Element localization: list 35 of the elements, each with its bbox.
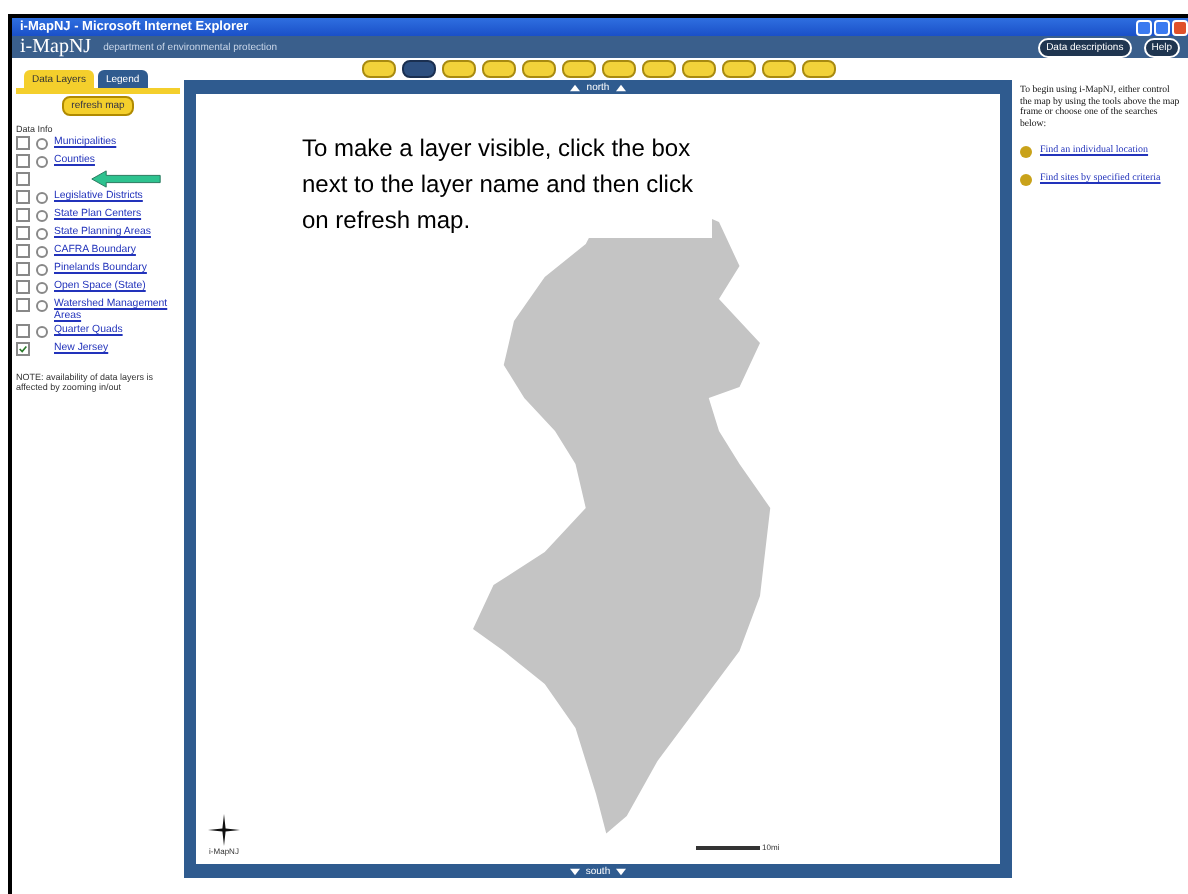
layer-radio[interactable]	[36, 281, 48, 293]
layer-checkbox[interactable]	[16, 324, 30, 338]
layer-radio[interactable]	[36, 137, 48, 149]
down-arrow-icon[interactable]	[569, 867, 580, 875]
layer-checkbox[interactable]	[16, 280, 30, 294]
layer-radio[interactable]	[36, 245, 48, 257]
maximize-button[interactable]	[1154, 19, 1170, 35]
layer-checkbox[interactable]	[16, 244, 30, 258]
scale-bar	[696, 845, 760, 849]
layer-checkbox[interactable]	[16, 298, 30, 312]
up-arrow-icon[interactable]	[615, 83, 626, 91]
close-button[interactable]	[1172, 19, 1188, 35]
layer-radio[interactable]	[36, 191, 48, 203]
layer-checkbox[interactable]	[16, 190, 30, 204]
layer-radio[interactable]	[36, 299, 48, 311]
layer-checkbox[interactable]	[16, 172, 30, 186]
site-logo: i-MapNJ	[20, 36, 92, 58]
layer-checkbox[interactable]	[16, 226, 30, 240]
layer-radio[interactable]	[36, 209, 48, 221]
layer-checkbox[interactable]	[16, 208, 30, 222]
minimize-button[interactable]	[1136, 19, 1152, 35]
down-arrow-icon[interactable]	[616, 867, 627, 875]
layer-radio[interactable]	[36, 155, 48, 167]
layer-checkbox[interactable]	[16, 262, 30, 276]
compass-icon	[208, 814, 240, 846]
up-arrow-icon[interactable]	[570, 83, 581, 91]
bullet-icon	[1020, 146, 1032, 158]
layer-checkbox[interactable]	[16, 136, 30, 150]
layer-radio[interactable]	[36, 263, 48, 275]
layer-radio[interactable]	[36, 227, 48, 239]
layer-checkbox[interactable]	[16, 342, 30, 356]
layer-radio[interactable]	[36, 325, 48, 337]
layer-checkbox[interactable]	[16, 154, 30, 168]
bullet-icon	[1020, 174, 1032, 186]
map-tool-button[interactable]	[401, 60, 435, 78]
